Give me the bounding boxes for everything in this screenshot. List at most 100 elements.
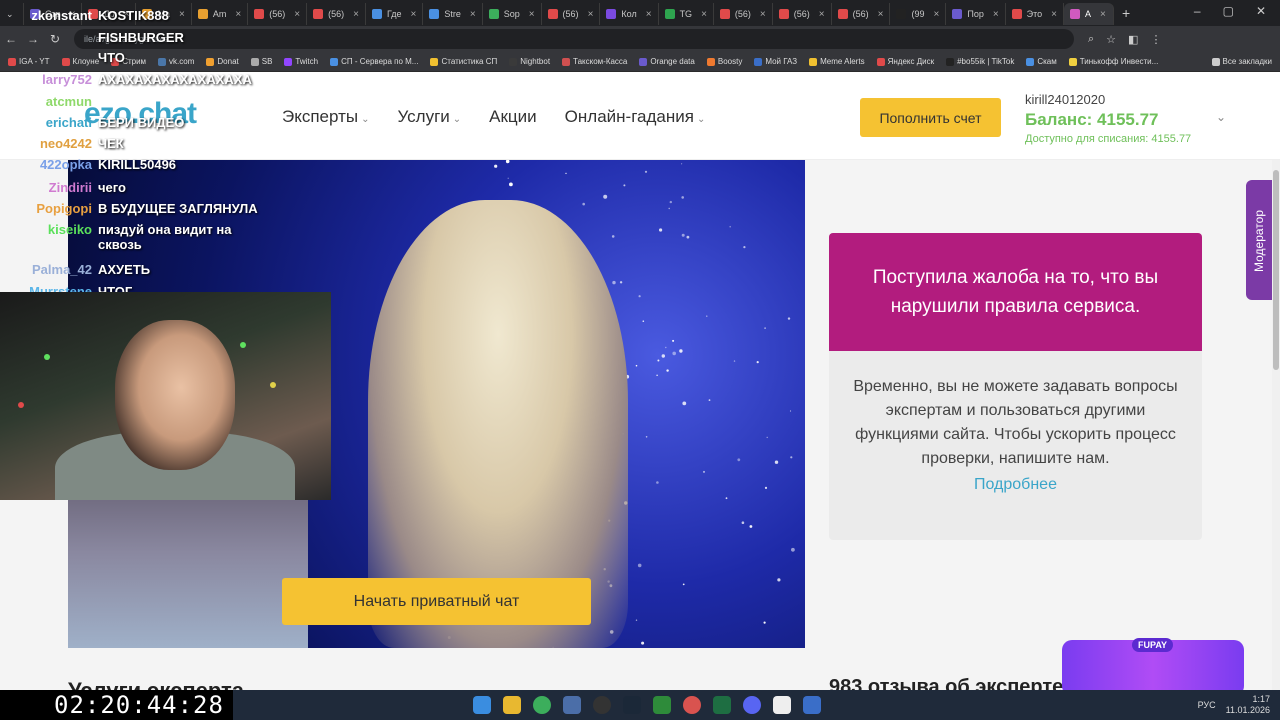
menu-icon[interactable]: ⋮ [1150,33,1161,46]
bookmark-label: #bo55ik | TikTok [957,57,1015,66]
bookmark-item[interactable]: Тинькофф Инвести... [1068,57,1159,66]
bookmark-item[interactable]: Скам [1026,57,1057,66]
chat-text: FISHBURGER [98,30,184,45]
page-scrollbar-thumb[interactable] [1273,170,1279,370]
nav-item[interactable]: Услуги ⌄ [397,107,461,127]
browser-tab[interactable]: (56) × [542,3,601,25]
bookmark-star-icon[interactable]: ☆ [1106,33,1116,46]
browser-tab[interactable]: (56) × [714,3,773,25]
tab-close-icon[interactable]: × [878,9,884,20]
bookmark-item[interactable]: Meme Alerts [809,57,865,66]
star-dot [494,164,498,168]
bookmark-item[interactable]: Orange data [639,57,695,66]
discord-icon[interactable] [743,696,761,714]
bookmark-favicon-icon [509,57,518,66]
tab-close-icon[interactable]: × [588,9,594,20]
windows-start-icon[interactable] [473,696,491,714]
bookmark-label: Boosty [717,57,743,66]
fupay-widget: FUPAY [1062,638,1244,696]
bookmark-item[interactable]: СП - Сервера по M... [330,57,418,66]
bookmark-item[interactable]: Такском-Касса [562,57,627,66]
close-icon[interactable]: ✕ [1256,4,1266,18]
bookmark-item[interactable]: Nightbot [509,57,550,66]
xbox-icon[interactable] [653,696,671,714]
bookmark-label: Nightbot [520,57,551,66]
capcut-icon[interactable] [773,696,791,714]
reviews-heading: 983 отзыва об эксперте [829,676,1064,690]
bookmark-item[interactable]: Яндекс Диск [876,57,934,66]
tab-close-icon[interactable]: × [993,9,999,20]
nav-item[interactable]: Онлайн-гадания ⌄ [565,107,706,127]
tab-close-icon[interactable]: × [934,9,940,20]
maximize-icon[interactable]: ▢ [1223,4,1234,18]
tab-close-icon[interactable]: × [646,9,652,20]
star-dot [766,436,768,439]
notice-text: Временно, вы не можете задавать вопросы … [853,378,1178,467]
tab-favicon-icon [429,9,440,19]
star-dot [756,361,759,364]
chrome-icon[interactable] [533,696,551,714]
account-info[interactable]: kirill24012020 Баланс: 4155.77 Доступно … [1025,92,1191,145]
chat-nick: erichati [45,115,92,130]
tab-close-icon[interactable]: × [701,9,707,20]
browser-tab[interactable]: А × [1064,3,1115,25]
chat-message: larry752 АХАХАХАХАХАХАХАХА [0,72,252,87]
tab-close-icon[interactable]: × [760,9,766,20]
bookmark-item[interactable]: Boosty [706,57,743,66]
minimize-icon[interactable]: – [1194,4,1201,18]
star-dot [791,547,795,552]
bookmark-label: Тинькофф Инвести... [1079,57,1159,66]
bookmark-item[interactable]: #bo55ik | TikTok [946,57,1014,66]
obs-icon[interactable] [593,696,611,714]
bookmark-item[interactable]: Все закладки [1211,57,1272,66]
chevron-down-icon: ⌄ [696,114,706,125]
browser-tab[interactable]: Это × [1006,3,1065,25]
star-dot [669,200,672,204]
browser-tab[interactable]: Пор × [946,3,1006,25]
bookmark-item[interactable]: Мой ГАЗ [754,57,797,66]
services-heading: Услуги эксперта [68,678,244,690]
tab-close-icon[interactable]: × [1051,9,1057,20]
app-icon[interactable] [563,696,581,714]
chat-text: KOSTIK888 [98,8,169,23]
star-dot [672,339,675,342]
nav-item[interactable]: Акции [489,107,537,127]
app-icon[interactable] [803,696,821,714]
star-dot [666,369,669,372]
chrome-icon[interactable] [683,696,701,714]
browser-tab[interactable]: (56) × [832,3,891,25]
bookmark-item[interactable]: Статистика СП [430,57,497,66]
excel-icon[interactable] [713,696,731,714]
steam-icon[interactable] [623,696,641,714]
tab-close-icon[interactable]: × [819,9,825,20]
language-indicator[interactable]: РУС [1198,700,1216,710]
chat-message: Palma_42 АХУЕТЬ [0,262,150,277]
browser-tab[interactable]: TG × [659,3,714,25]
more-info-link[interactable]: Подробнее [851,473,1180,497]
tab-close-icon[interactable]: × [1100,9,1106,20]
browser-tab[interactable]: Где × [366,3,424,25]
browser-tab[interactable]: (99 × [890,3,947,25]
file-explorer-icon[interactable] [503,696,521,714]
star-dot [657,359,660,362]
browser-tab[interactable]: (56) × [773,3,832,25]
topup-button[interactable]: Пополнить счет [860,98,1001,137]
chevron-down-icon[interactable]: ⌄ [1216,110,1226,124]
tab-close-icon[interactable]: × [353,9,359,20]
tab-close-icon[interactable]: × [410,9,416,20]
tab-label: (56) [562,9,579,19]
moderator-tab[interactable]: Модератор [1246,180,1272,300]
browser-tab[interactable]: Sop × [483,3,542,25]
zoom-icon[interactable]: ⌕ [1088,33,1094,46]
extensions-icon[interactable]: ◧ [1128,33,1138,46]
browser-tab[interactable]: Stre × [423,3,483,25]
tab-close-icon[interactable]: × [470,9,476,20]
tab-close-icon[interactable]: × [529,9,535,20]
start-private-chat-button[interactable]: Начать приватный чат [282,578,591,625]
bookmark-label: Orange data [650,57,695,66]
system-clock[interactable]: 1:17 11.01.2026 [1226,694,1270,716]
browser-tab[interactable]: Кол × [600,3,659,25]
webcam-light [240,342,246,348]
new-tab-icon[interactable]: + [1114,5,1138,21]
clock-date: 11.01.2026 [1225,705,1270,715]
